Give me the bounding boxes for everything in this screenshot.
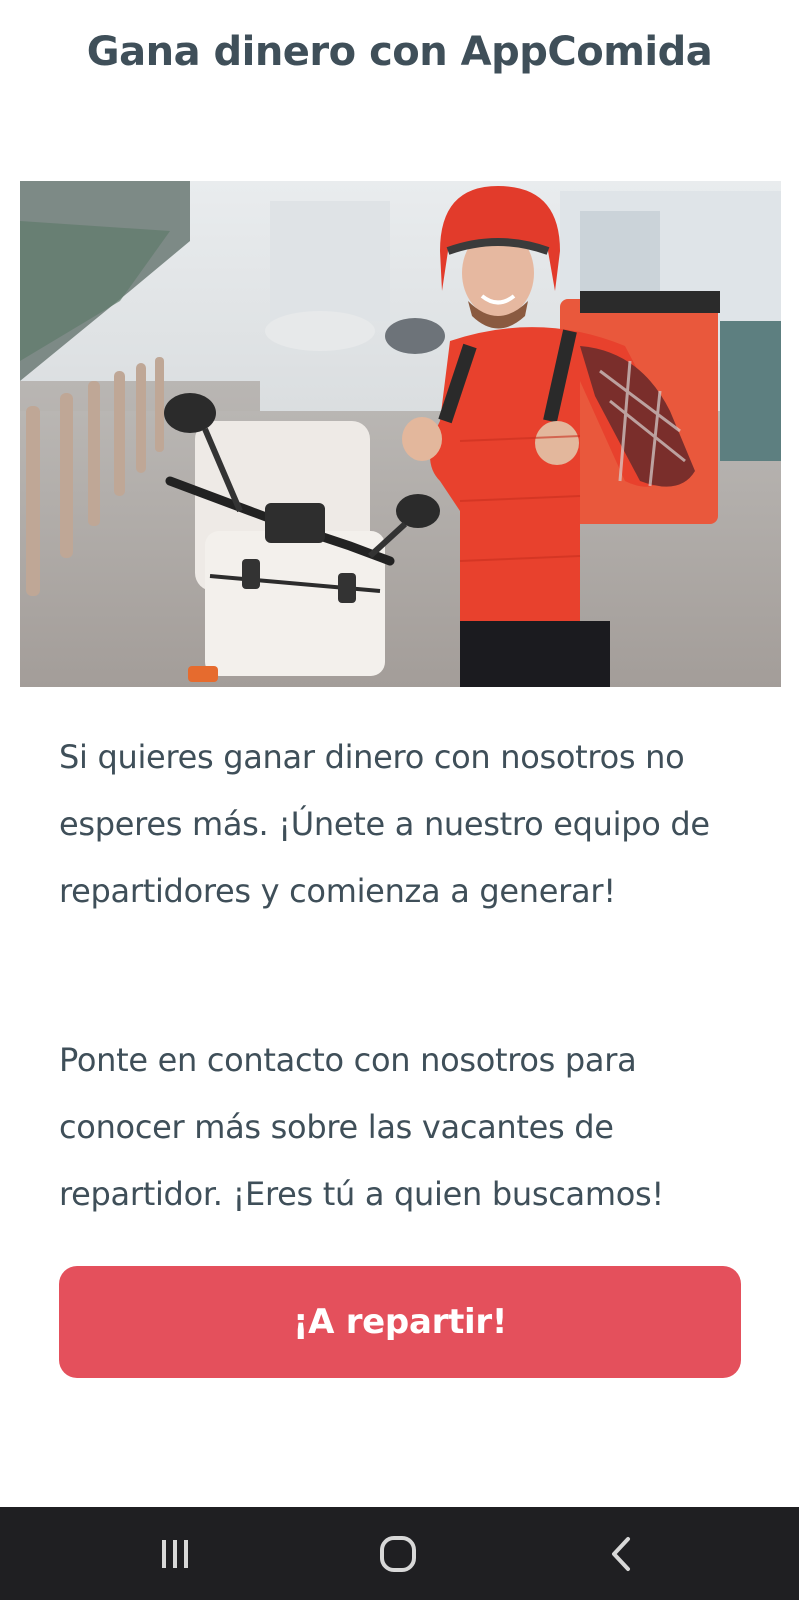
intro-paragraph: Si quieres ganar dinero con nosotros no … (59, 738, 710, 910)
home-icon (380, 1536, 416, 1572)
contact-paragraph: Ponte en contacto con nosotros para cono… (59, 1041, 664, 1213)
page-title: Gana dinero con AppComida (86, 29, 713, 75)
recent-apps-icon (162, 1540, 188, 1568)
recent-apps-button[interactable] (135, 1525, 215, 1583)
back-button[interactable] (582, 1525, 662, 1583)
start-delivering-button[interactable]: ¡A repartir! (59, 1266, 741, 1378)
hero-image (20, 181, 781, 687)
delivery-courier-illustration (20, 181, 781, 687)
system-navigation-bar (0, 1507, 799, 1600)
back-icon (612, 1537, 630, 1571)
home-button[interactable] (358, 1525, 438, 1583)
page: Gana dinero con AppComida Si quieres gan… (0, 0, 799, 1600)
